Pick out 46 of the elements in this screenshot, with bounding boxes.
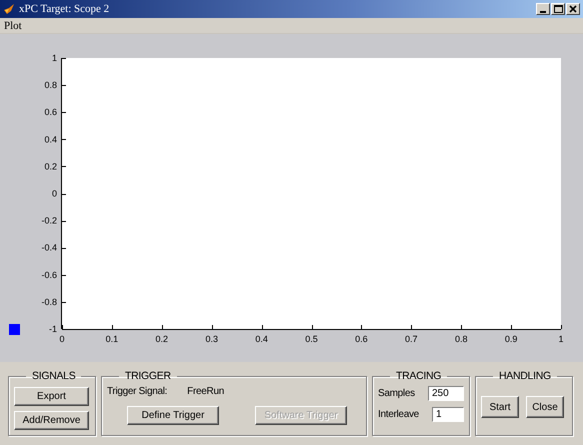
y-tick-label: 0.6 bbox=[44, 107, 57, 118]
menu-item[interactable]: Plot bbox=[4, 20, 22, 32]
y-tick-label: 0.2 bbox=[44, 161, 57, 172]
y-tick-label: -0.6 bbox=[41, 270, 57, 280]
panel-title: TRACING bbox=[395, 370, 442, 382]
x-tick-label: 0.5 bbox=[305, 334, 318, 344]
y-tick-label: 0.8 bbox=[44, 80, 57, 90]
minimize-button[interactable] bbox=[536, 3, 550, 15]
panel-title: HANDLING bbox=[498, 370, 552, 382]
close-icon bbox=[569, 5, 577, 13]
x-tick-label: 0.7 bbox=[405, 334, 418, 344]
y-tick-label: -0.8 bbox=[41, 296, 57, 307]
app-icon bbox=[3, 3, 15, 15]
field-label: Trigger Signal: bbox=[107, 386, 168, 397]
x-tick-label: 0.2 bbox=[156, 334, 168, 344]
signal-marker-icon bbox=[9, 324, 20, 335]
panel-title: TRIGGER bbox=[124, 370, 172, 382]
y-tick-label: 0 bbox=[52, 188, 57, 198]
maximize-icon bbox=[554, 5, 562, 13]
y-tick-label: -0.2 bbox=[41, 216, 57, 226]
x-tick-label: 1 bbox=[558, 334, 564, 344]
input-field[interactable]: 1 bbox=[432, 407, 464, 422]
x-tick-label: 0.9 bbox=[504, 334, 518, 344]
x-tick-label: 0.1 bbox=[106, 334, 118, 344]
action-button[interactable]: Start bbox=[481, 396, 519, 418]
action-button[interactable]: Add/Remove bbox=[14, 411, 89, 430]
y-tick-label: -0.4 bbox=[41, 242, 57, 253]
field-label: Samples bbox=[378, 388, 415, 399]
maximize-button[interactable] bbox=[551, 3, 565, 15]
x-tick-label: 0.3 bbox=[205, 334, 218, 344]
field-label: Interleave bbox=[378, 409, 419, 420]
y-tick-label: 0.4 bbox=[44, 134, 57, 144]
action-button[interactable]: Export bbox=[14, 387, 89, 406]
y-tick-label: -1 bbox=[48, 324, 57, 334]
panel-title: SIGNALS bbox=[31, 370, 76, 382]
input-field[interactable]: 250 bbox=[428, 386, 464, 401]
action-button[interactable]: Close bbox=[526, 396, 564, 418]
x-tick-label: 0 bbox=[60, 334, 64, 344]
x-tick-label: 0.4 bbox=[255, 334, 268, 344]
window-title: xPC Target: Scope 2 bbox=[19, 3, 110, 15]
action-button[interactable]: Define Trigger bbox=[127, 406, 219, 425]
y-tick-label: 1 bbox=[52, 53, 57, 63]
close-button[interactable] bbox=[566, 3, 580, 15]
field-value: FreeRun bbox=[187, 386, 224, 397]
x-tick-label: 0.8 bbox=[454, 334, 468, 344]
x-tick-label: 0.6 bbox=[355, 334, 368, 344]
